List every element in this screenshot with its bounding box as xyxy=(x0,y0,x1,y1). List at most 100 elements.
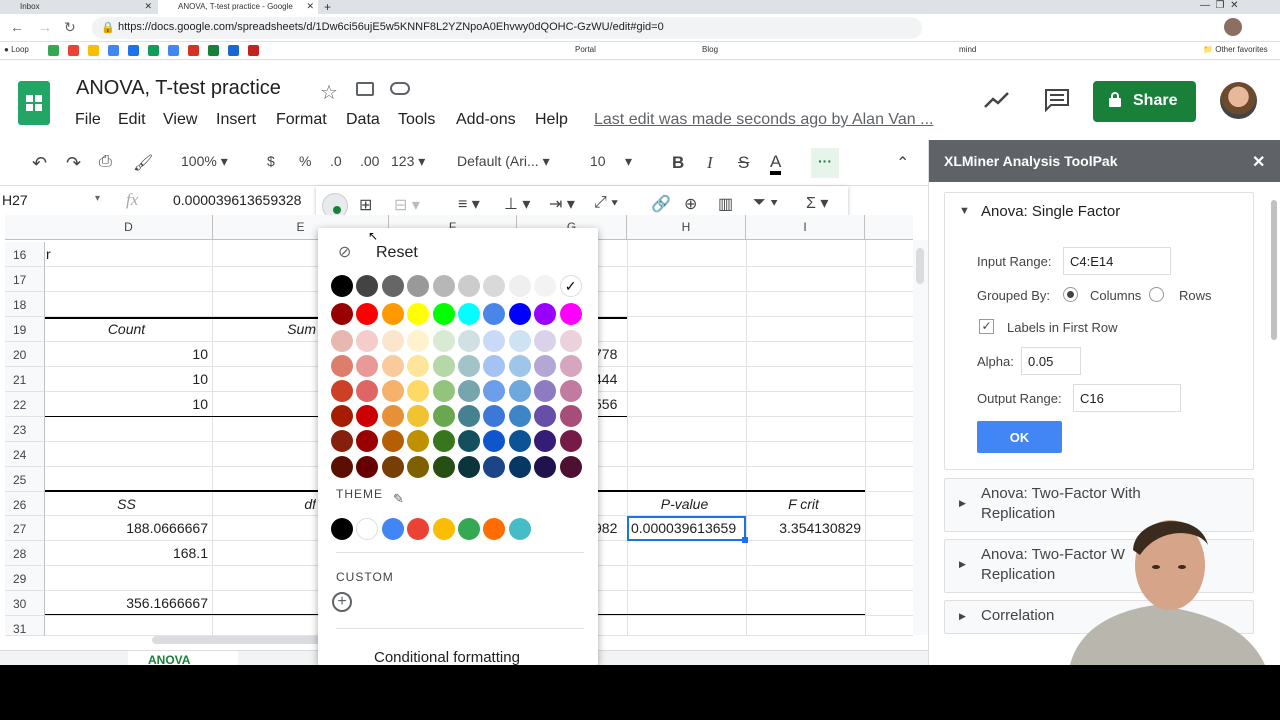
reset-button[interactable]: Reset xyxy=(376,244,418,262)
color-swatch[interactable] xyxy=(381,456,404,478)
color-swatch[interactable] xyxy=(407,303,430,325)
url-field[interactable]: 🔒 https://docs.google.com/spreadsheets/d… xyxy=(92,17,922,39)
add-custom-color-icon[interactable]: + xyxy=(332,592,352,612)
cell-e19[interactable]: Sum xyxy=(212,321,316,337)
color-swatch[interactable] xyxy=(458,405,480,427)
color-swatch[interactable] xyxy=(534,456,557,478)
color-swatch[interactable] xyxy=(407,405,430,427)
color-swatch[interactable] xyxy=(432,405,455,427)
color-swatch[interactable] xyxy=(534,405,557,427)
color-swatch[interactable] xyxy=(508,303,531,325)
window-controls[interactable]: — ❐ ✕ xyxy=(1200,0,1238,11)
text-rotation-icon[interactable]: ⤢ ▾ xyxy=(594,194,618,212)
cell-d26[interactable]: SS xyxy=(45,496,208,512)
color-swatch[interactable] xyxy=(483,380,506,402)
color-swatch[interactable] xyxy=(508,275,531,297)
input-range-field[interactable]: C4:E14 xyxy=(1063,247,1171,275)
color-swatch[interactable] xyxy=(407,275,430,297)
color-swatch[interactable] xyxy=(381,303,404,325)
menu-insert[interactable]: Insert xyxy=(216,111,256,129)
theme-color-swatch[interactable] xyxy=(458,518,480,540)
insert-comment-icon[interactable]: ⊕ xyxy=(684,194,697,214)
italic-button[interactable]: I xyxy=(707,153,713,173)
menu-help[interactable]: Help xyxy=(535,111,568,129)
color-swatch[interactable] xyxy=(559,380,582,402)
panel-scrollbar-thumb[interactable] xyxy=(1271,200,1277,340)
color-swatch[interactable] xyxy=(559,303,582,325)
color-swatch[interactable] xyxy=(483,355,506,377)
color-swatch[interactable] xyxy=(331,380,353,402)
theme-color-swatch[interactable] xyxy=(356,518,379,540)
color-swatch[interactable] xyxy=(432,355,455,377)
row-header-26[interactable]: 26 xyxy=(5,492,45,516)
sheets-logo[interactable] xyxy=(18,81,50,125)
color-swatch[interactable] xyxy=(559,355,582,377)
color-swatch[interactable] xyxy=(432,275,455,297)
vertical-scrollbar[interactable] xyxy=(913,240,928,635)
color-swatch[interactable] xyxy=(331,355,353,377)
strikethrough-button[interactable]: S xyxy=(738,153,749,173)
color-swatch[interactable] xyxy=(356,405,379,427)
color-swatch[interactable] xyxy=(381,405,404,427)
theme-color-swatch[interactable] xyxy=(483,518,506,540)
bookmark-icon[interactable] xyxy=(128,45,139,56)
increase-decimal-button[interactable]: .00 xyxy=(360,153,379,169)
color-swatch[interactable] xyxy=(381,380,404,402)
conditional-formatting-link[interactable]: Conditional formatting xyxy=(374,649,520,665)
color-swatch[interactable] xyxy=(407,430,430,452)
color-swatch[interactable] xyxy=(407,456,430,478)
functions-icon[interactable]: Σ ▾ xyxy=(806,193,828,213)
color-swatch[interactable] xyxy=(432,303,455,325)
scrollbar-thumb[interactable] xyxy=(916,248,924,284)
menu-file[interactable]: File xyxy=(75,111,101,129)
row-header-16[interactable]: 16 xyxy=(5,242,45,267)
section-title[interactable]: Anova: Single Factor xyxy=(981,203,1120,220)
cell-g27[interactable]: 982 xyxy=(594,520,626,536)
bookmark-icon[interactable] xyxy=(68,45,79,56)
color-swatch[interactable] xyxy=(559,405,582,427)
color-swatch[interactable] xyxy=(534,380,557,402)
document-title[interactable]: ANOVA, T-test practice xyxy=(76,77,281,100)
color-swatch[interactable] xyxy=(508,430,531,452)
row-header-27[interactable]: 27 xyxy=(5,516,45,541)
borders-icon[interactable]: ⊞ xyxy=(359,195,372,215)
color-swatch[interactable] xyxy=(381,355,404,377)
paint-format-icon[interactable]: 🖌 xyxy=(133,153,153,173)
percent-format-button[interactable]: % xyxy=(299,153,311,169)
cell-d20[interactable]: 10 xyxy=(45,346,208,362)
filter-icon[interactable]: ⏷ ▾ xyxy=(753,194,778,212)
close-icon[interactable]: ✕ xyxy=(306,1,314,12)
color-swatch[interactable] xyxy=(483,330,506,352)
decrease-decimal-button[interactable]: .0 xyxy=(330,153,342,169)
text-color-button[interactable]: A xyxy=(770,153,782,175)
bookmark-icon[interactable] xyxy=(248,45,259,56)
columns-radio[interactable] xyxy=(1063,287,1078,302)
formula-input[interactable]: 0.000039613659328 xyxy=(173,192,301,208)
cell-g22[interactable]: 556 xyxy=(594,396,626,412)
color-swatch[interactable] xyxy=(356,355,379,377)
row-header-17[interactable]: 17 xyxy=(5,267,45,292)
cloud-status-icon[interactable] xyxy=(390,82,410,95)
row-header-30[interactable]: 30 xyxy=(5,591,45,616)
sheet-tab-anova[interactable]: ANOVA xyxy=(128,651,238,665)
row-header-19[interactable]: 19 xyxy=(5,317,45,342)
edit-theme-icon[interactable]: ✎ xyxy=(393,491,404,507)
cell-i27[interactable]: 3.354130829 xyxy=(746,520,861,536)
horizontal-align-icon[interactable]: ≡ ▾ xyxy=(458,194,480,214)
color-swatch[interactable] xyxy=(432,456,455,478)
redo-icon[interactable]: ↷ xyxy=(66,153,81,174)
color-swatch[interactable] xyxy=(483,303,506,325)
print-icon[interactable]: ⎙ xyxy=(99,153,112,171)
selected-cell-h27[interactable] xyxy=(627,516,746,541)
labels-first-row-checkbox[interactable]: ✓ xyxy=(979,319,994,334)
zoom-select[interactable]: 100% ▾ xyxy=(181,153,228,170)
close-icon[interactable]: ✕ xyxy=(144,1,152,12)
menu-tools[interactable]: Tools xyxy=(398,111,435,129)
color-swatch[interactable] xyxy=(483,275,506,297)
bookmark-icon[interactable] xyxy=(108,45,119,56)
cell-i26[interactable]: F crit xyxy=(746,496,861,512)
color-swatch[interactable] xyxy=(483,430,506,452)
color-swatch[interactable] xyxy=(508,330,531,352)
reload-icon[interactable]: ↻ xyxy=(64,19,76,36)
color-swatch[interactable] xyxy=(432,430,455,452)
